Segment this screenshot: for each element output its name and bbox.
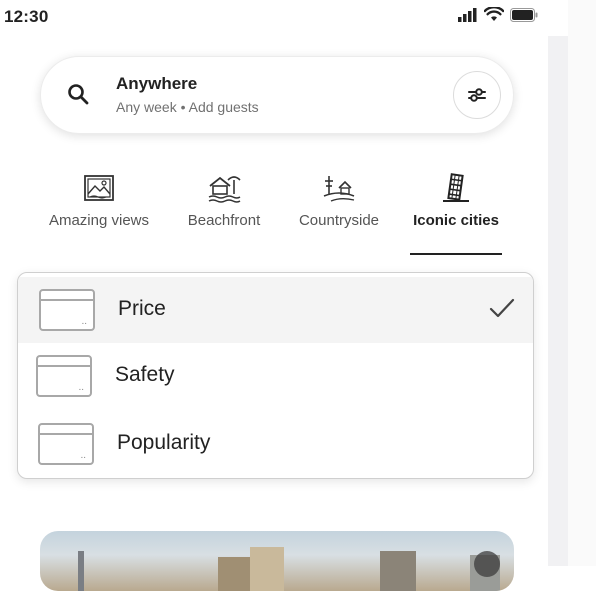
category-bar: Amazing views Beachfront Countryside Ico… [0,170,548,260]
filter-button[interactable] [453,71,501,119]
leaning-tower-icon [443,173,469,202]
category-amazing-views[interactable]: Amazing views [40,170,158,229]
sort-option-price[interactable]: Price [18,277,533,343]
option-thumbnail [38,423,94,465]
search-icon [68,84,89,105]
listing-card-image[interactable] [40,531,514,591]
background-gutter [568,0,596,566]
skyline-building [250,547,284,591]
picture-frame-icon [84,175,114,201]
sort-option-label: Price [118,297,166,320]
status-time: 12:30 [4,7,49,26]
battery-icon [510,7,538,22]
option-thumbnail [36,355,92,397]
category-label: Amazing views [48,212,150,229]
filter-icon [468,88,486,102]
option-thumbnail [39,289,95,331]
skyline-building [380,551,416,591]
search-title: Anywhere [116,74,198,93]
sort-option-label: Popularity [117,431,211,454]
app-screen: 12:30 Anywhere Any week • Add guests Ama… [0,0,548,591]
side-divider [548,36,568,566]
wifi-icon [484,7,504,21]
signal-icon [458,7,477,22]
sort-option-label: Safety [115,363,175,386]
search-subtitle: Any week • Add guests [116,99,259,115]
skyline-building [78,551,84,591]
sort-option-safety[interactable]: Safety [18,343,533,409]
heart-icon[interactable] [474,551,500,577]
category-iconic-cities[interactable]: Iconic cities [408,170,504,229]
checkmark-icon [489,298,515,318]
category-label: Countryside [298,212,380,229]
sort-dropdown-menu: Price Safety Popularity [17,272,534,479]
category-beachfront[interactable]: Beachfront [180,170,268,229]
category-label: Iconic cities [413,212,499,229]
beach-hut-icon [208,176,241,203]
sort-option-popularity[interactable]: Popularity [18,411,533,477]
category-label: Beachfront [187,212,261,229]
status-bar: 12:30 [0,0,548,34]
status-icons [458,7,538,22]
countryside-icon [323,176,355,202]
search-bar[interactable]: Anywhere Any week • Add guests [40,56,514,134]
active-category-indicator [410,253,502,255]
category-countryside[interactable]: Countryside [292,170,386,229]
